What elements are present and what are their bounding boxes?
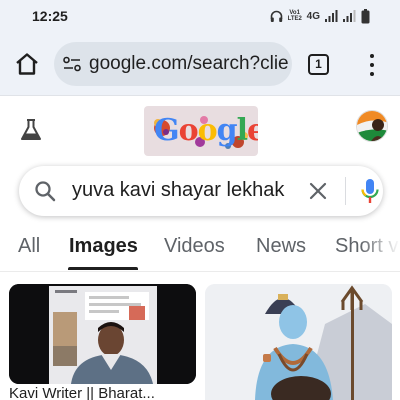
tab-all[interactable]: All [18,235,40,258]
active-tab-indicator [68,267,138,270]
account-avatar[interactable] [356,110,388,142]
status-bar: 12:25 Vo1 LTE2 4G [0,0,400,32]
image-result-2[interactable] [205,284,392,400]
url-text[interactable]: google.com/search?clie [89,53,289,75]
signal-icon [325,10,338,22]
home-icon[interactable] [14,52,40,76]
headset-icon [270,10,282,22]
tab-news[interactable]: News [256,235,306,258]
tab-videos[interactable]: Videos [164,235,225,258]
battery-icon [361,8,370,23]
search-input[interactable]: yuva kavi shayar lekhak [72,179,294,202]
search-tabs: All Images Videos News Short v [0,226,400,272]
result-thumbnail [9,284,196,384]
search-icon[interactable] [34,180,56,202]
clear-icon[interactable] [307,180,329,202]
search-divider [345,177,346,205]
image-result-1-title[interactable]: Kavi Writer || Bharat... [9,385,199,400]
avatar-image [357,111,387,141]
tab-switcher-icon[interactable]: 1 [308,54,329,75]
status-icons: Vo1 LTE2 4G [270,8,370,23]
tab-images[interactable]: Images [69,235,138,258]
search-box[interactable]: yuva kavi shayar lekhak [19,166,383,216]
google-doodle[interactable]: Google [144,106,258,156]
address-bar[interactable]: google.com/search?clie [54,42,292,86]
signal-icon [343,10,356,22]
labs-flask-icon[interactable] [18,117,44,143]
result-thumbnail [205,284,392,400]
tabs-fade [360,226,400,271]
image-result-1[interactable] [9,284,196,384]
status-time: 12:25 [32,8,68,24]
mic-icon[interactable] [361,178,379,204]
site-settings-icon[interactable] [63,56,81,72]
doodle-logo-text: Google [154,113,258,148]
browser-toolbar: google.com/search?clie 1 [0,32,400,96]
more-menu-icon[interactable] [365,53,379,77]
network-type: 4G [306,10,320,22]
volte-label: Vo1 LTE2 [287,10,302,22]
